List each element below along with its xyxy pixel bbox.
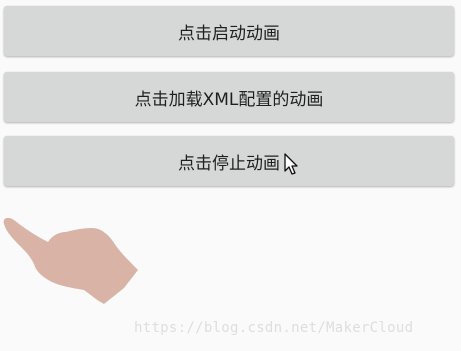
mouse-pointer-icon [284, 153, 298, 175]
start-animation-button[interactable]: 点击启动动画 [4, 6, 454, 56]
load-xml-animation-button[interactable]: 点击加载XML配置的动画 [4, 72, 454, 122]
stop-animation-button[interactable]: 点击停止动画 [4, 136, 454, 186]
pointing-hand-image [3, 217, 138, 304]
watermark-text: https://blog.csdn.net/MakerCloud [134, 320, 414, 336]
